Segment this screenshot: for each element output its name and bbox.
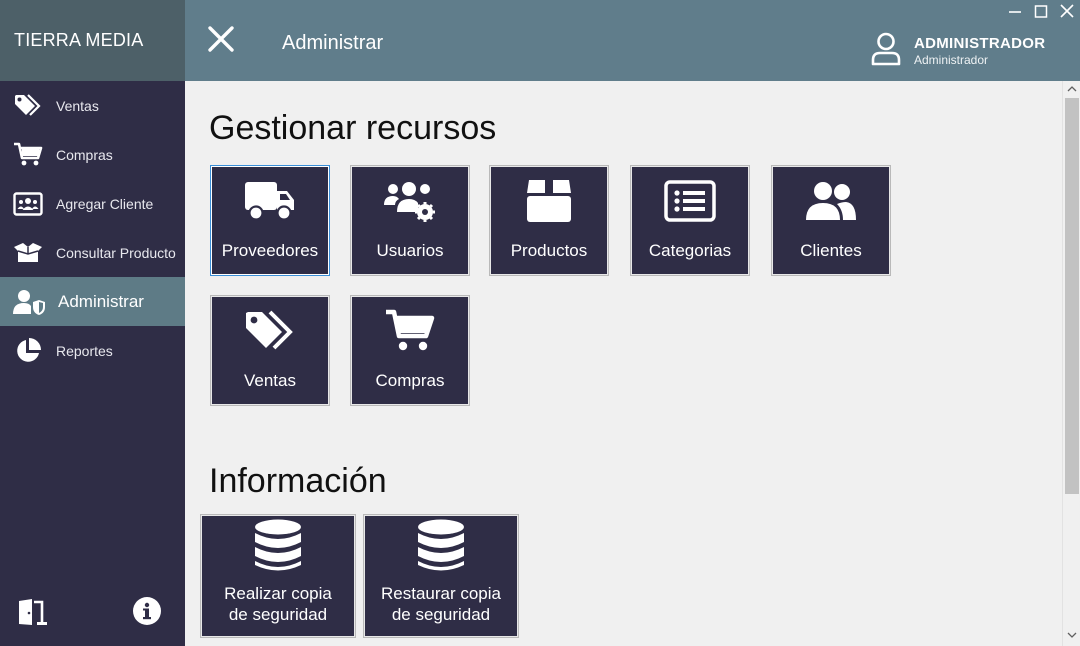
tile-label: Ventas bbox=[244, 371, 296, 390]
section-title-resources: Gestionar recursos bbox=[209, 109, 497, 147]
page-title: Administrar bbox=[282, 32, 384, 54]
users-cog-icon bbox=[383, 176, 437, 226]
tile-categorias[interactable]: Categorias bbox=[630, 165, 750, 276]
brand-title: TIERRA MEDIA bbox=[0, 0, 185, 81]
tile-productos[interactable]: Productos bbox=[489, 165, 609, 276]
section-title-info: Información bbox=[209, 462, 387, 500]
truck-icon bbox=[244, 176, 296, 226]
tile-label: Restaurar copia de seguridad bbox=[380, 584, 501, 624]
sidebar-item-consultar-producto[interactable]: Consultar Producto bbox=[0, 228, 185, 277]
sidebar-item-compras[interactable]: Compras bbox=[0, 130, 185, 179]
sidebar-item-agregar-cliente[interactable]: Agregar Cliente bbox=[0, 179, 185, 228]
sidebar-item-label: Administrar bbox=[58, 291, 144, 311]
tile-label: Clientes bbox=[800, 241, 862, 260]
vertical-scrollbar[interactable] bbox=[1062, 81, 1080, 646]
user-role: Administrador bbox=[914, 53, 989, 67]
tile-label: Productos bbox=[510, 241, 588, 260]
tile-restaurar-copia[interactable]: Restaurar copia de seguridad bbox=[363, 514, 519, 638]
sidebar-item-reportes[interactable]: Reportes bbox=[0, 326, 185, 375]
tile-ventas[interactable]: Ventas bbox=[210, 295, 330, 406]
exit-door-icon[interactable] bbox=[16, 598, 48, 631]
tile-proveedores[interactable]: Proveedores bbox=[210, 165, 330, 276]
user-shield-icon bbox=[0, 288, 58, 316]
sidebar-item-label: Agregar Cliente bbox=[56, 195, 154, 212]
cart-icon bbox=[384, 306, 436, 356]
user-name: ADMINISTRADOR bbox=[914, 35, 1046, 52]
list-icon bbox=[664, 176, 716, 226]
sidebar-item-label: Consultar Producto bbox=[56, 244, 176, 261]
scrollbar-thumb[interactable] bbox=[1065, 98, 1079, 494]
header-bar: Administrar ADMINISTRADOR Administrador bbox=[185, 0, 1080, 81]
sidebar-item-label: Reportes bbox=[56, 342, 113, 359]
database-icon bbox=[253, 519, 303, 571]
tags-icon bbox=[244, 306, 296, 356]
tile-label: Compras bbox=[375, 371, 445, 390]
tile-compras[interactable]: Compras bbox=[350, 295, 470, 406]
tile-clientes[interactable]: Clientes bbox=[771, 165, 891, 276]
user-friends-icon bbox=[804, 176, 858, 226]
tile-label: Categorias bbox=[648, 241, 732, 260]
open-box-icon bbox=[0, 241, 56, 265]
database-icon bbox=[416, 519, 466, 571]
tile-usuarios[interactable]: Usuarios bbox=[350, 165, 470, 276]
close-icon[interactable] bbox=[207, 25, 235, 58]
sidebar-item-label: Ventas bbox=[56, 97, 99, 114]
tile-realizar-copia[interactable]: Realizar copia de seguridad bbox=[200, 514, 356, 638]
tags-icon bbox=[0, 93, 56, 119]
sidebar-bottom-bar bbox=[0, 594, 185, 634]
cart-icon bbox=[0, 142, 56, 168]
scroll-up-icon[interactable] bbox=[1067, 85, 1077, 96]
sidebar-item-label: Compras bbox=[56, 146, 113, 163]
maximize-icon[interactable] bbox=[1033, 2, 1049, 27]
scroll-down-icon[interactable] bbox=[1067, 631, 1077, 642]
tile-label: Proveedores bbox=[221, 241, 319, 260]
tile-label: Realizar copia de seguridad bbox=[224, 584, 332, 624]
box-icon bbox=[525, 176, 573, 226]
address-card-icon bbox=[0, 191, 56, 216]
sidebar-item-administrar[interactable]: Administrar bbox=[0, 277, 185, 326]
sidebar-item-ventas[interactable]: Ventas bbox=[0, 81, 185, 130]
main-content: Gestionar recursos Proveedores Usuarios … bbox=[185, 81, 1062, 646]
info-icon[interactable] bbox=[132, 596, 162, 631]
window-close-icon[interactable] bbox=[1059, 2, 1075, 27]
pie-chart-icon bbox=[0, 337, 56, 365]
sidebar: TIERRA MEDIA Ventas Compras Agregar Clie… bbox=[0, 0, 185, 646]
minimize-icon[interactable] bbox=[1007, 2, 1023, 27]
user-icon bbox=[871, 32, 901, 71]
tile-label: Usuarios bbox=[376, 241, 444, 260]
